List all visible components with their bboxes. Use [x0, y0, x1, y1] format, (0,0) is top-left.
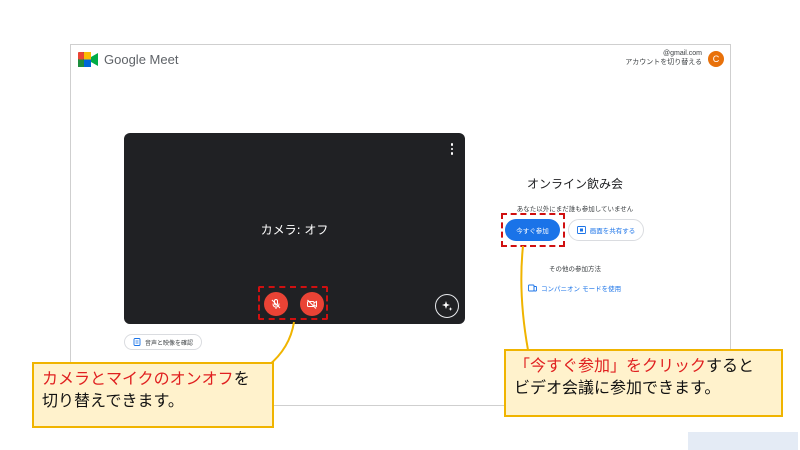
join-callout: 「今すぐ参加」をクリックすると ビデオ会議に参加できます。: [504, 349, 783, 417]
participants-status: あなた以外にまだ誰も参加していません: [516, 205, 634, 213]
avatar[interactable]: C: [708, 51, 724, 67]
more-vert-icon: [450, 147, 454, 151]
logo-text: Google Meet: [104, 52, 179, 67]
check-audio-video-button[interactable]: 音声と映像を確認: [124, 334, 203, 350]
google-meet-logo[interactable]: Google Meet: [78, 52, 178, 67]
watermark: [688, 432, 798, 450]
check-audio-video-label: 音声と映像を確認: [145, 339, 194, 347]
camera-status-text: カメラ: オフ: [260, 223, 329, 237]
callout-right-highlight: 「今すぐ参加」をクリック: [514, 356, 707, 375]
companion-mode-link[interactable]: コンパニオン モードを使用: [528, 283, 621, 293]
more-options-button[interactable]: [447, 141, 457, 157]
present-screen-button[interactable]: 画面を共有する: [568, 219, 644, 241]
audio-video-check-icon: [133, 338, 141, 346]
companion-mode-label: コンパニオン モードを使用: [541, 285, 622, 293]
callout-right-rest: すると: [706, 356, 755, 375]
mic-camera-callout: カメラとマイクのオンオフを 切り替えできます。: [32, 362, 274, 428]
account-info[interactable]: @gmail.com アカウントを切り替える: [625, 49, 702, 67]
more-vert-icon: [450, 143, 454, 146]
meeting-title: オンライン飲み会: [526, 177, 623, 191]
visual-effects-icon: [442, 301, 453, 311]
join-highlight-box: [501, 213, 565, 247]
visual-effects-button[interactable]: [435, 294, 459, 318]
callout-left-line2: 切り替えできます。: [42, 391, 184, 410]
controls-highlight-box: [258, 286, 328, 320]
account-email: @gmail.com: [634, 50, 702, 57]
switch-account-link[interactable]: アカウントを切り替える: [625, 58, 702, 67]
callout-left-rest: を: [233, 369, 250, 388]
callout-right-line2: ビデオ会議に参加できます。: [514, 378, 721, 397]
callout-right-line1: 「今すぐ参加」をクリックすると: [514, 355, 773, 377]
present-screen-icon: [576, 226, 586, 234]
more-vert-icon: [450, 152, 454, 155]
right-callout-connector: [520, 245, 529, 351]
present-screen-label: 画面を共有する: [589, 227, 636, 235]
callout-left-line1: カメラとマイクのオンオフを: [42, 368, 264, 390]
meet-logo-icon: [78, 52, 98, 67]
callout-left-highlight: カメラとマイクのオンオフ: [42, 369, 234, 388]
